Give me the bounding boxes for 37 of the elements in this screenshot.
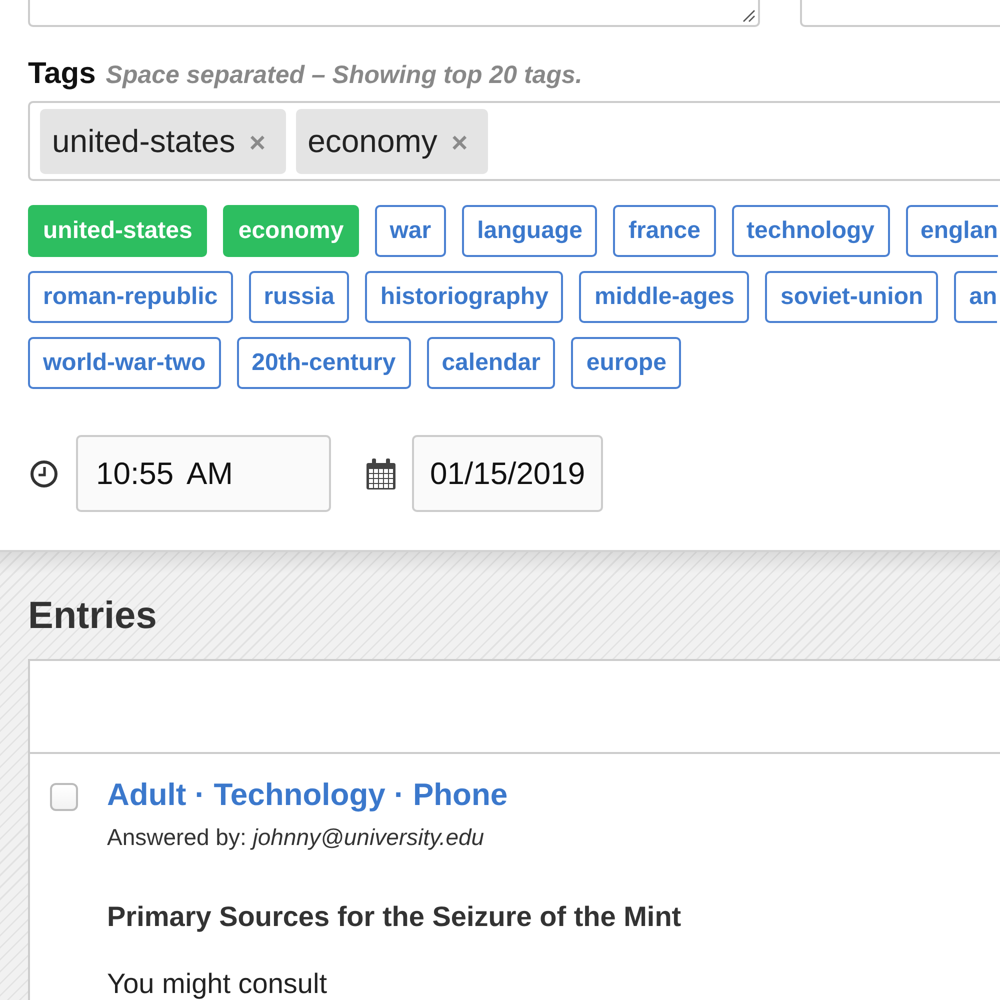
tags-label: Tags bbox=[28, 58, 96, 90]
section-heading: Entries bbox=[28, 594, 157, 638]
tag-button[interactable]: russia bbox=[248, 271, 350, 323]
calendar-icon bbox=[366, 458, 396, 490]
tags-hint: Space separated – Showing top 20 tags. bbox=[106, 60, 582, 91]
tag-button[interactable]: soviet-union bbox=[765, 271, 938, 323]
tag-button[interactable]: middle-ages bbox=[579, 271, 750, 323]
tag-button[interactable]: europe bbox=[571, 337, 682, 389]
tag-button[interactable]: language bbox=[462, 205, 598, 257]
tag-label: united-states bbox=[52, 122, 236, 160]
tag-button[interactable]: france bbox=[613, 205, 716, 257]
remove-tag-button[interactable]: × bbox=[451, 129, 468, 157]
tag-label: economy bbox=[308, 122, 438, 160]
answered-by-text: Answered by: johnny@university.edu bbox=[107, 823, 484, 851]
entry-body-text: You might consult bbox=[107, 970, 327, 998]
tags-input-field[interactable]: united-states × economy × bbox=[28, 101, 1000, 181]
tag-button[interactable]: an bbox=[954, 271, 998, 323]
entry-checkbox[interactable] bbox=[50, 783, 78, 811]
tag-button[interactable]: calendar bbox=[426, 337, 556, 389]
tag-button[interactable]: united-states bbox=[28, 205, 208, 257]
entry-title-link[interactable]: Adult · Technology · Phone bbox=[107, 777, 508, 813]
remove-tag-button[interactable]: × bbox=[249, 129, 266, 157]
entry-heading: Primary Sources for the Seizure of the Mint bbox=[107, 900, 682, 934]
tag-button[interactable]: roman-republic bbox=[28, 271, 233, 323]
tag-button[interactable]: historiography bbox=[365, 271, 564, 323]
resize-grip-icon[interactable] bbox=[742, 9, 755, 22]
textarea-field[interactable] bbox=[28, 0, 760, 27]
tag-button[interactable]: world-war-two bbox=[28, 337, 221, 389]
tag-button[interactable]: technology bbox=[732, 205, 890, 257]
tag-button[interactable]: englan bbox=[906, 205, 998, 257]
tag-button[interactable]: 20th-century bbox=[236, 337, 411, 389]
text-field[interactable] bbox=[800, 0, 1000, 27]
tag-button[interactable]: economy bbox=[223, 205, 359, 257]
tag-button[interactable]: war bbox=[374, 205, 446, 257]
time-field[interactable]: 10:55 AM bbox=[76, 435, 331, 512]
date-field[interactable]: 01/15/2019 bbox=[412, 435, 603, 512]
clock-icon bbox=[30, 460, 58, 488]
